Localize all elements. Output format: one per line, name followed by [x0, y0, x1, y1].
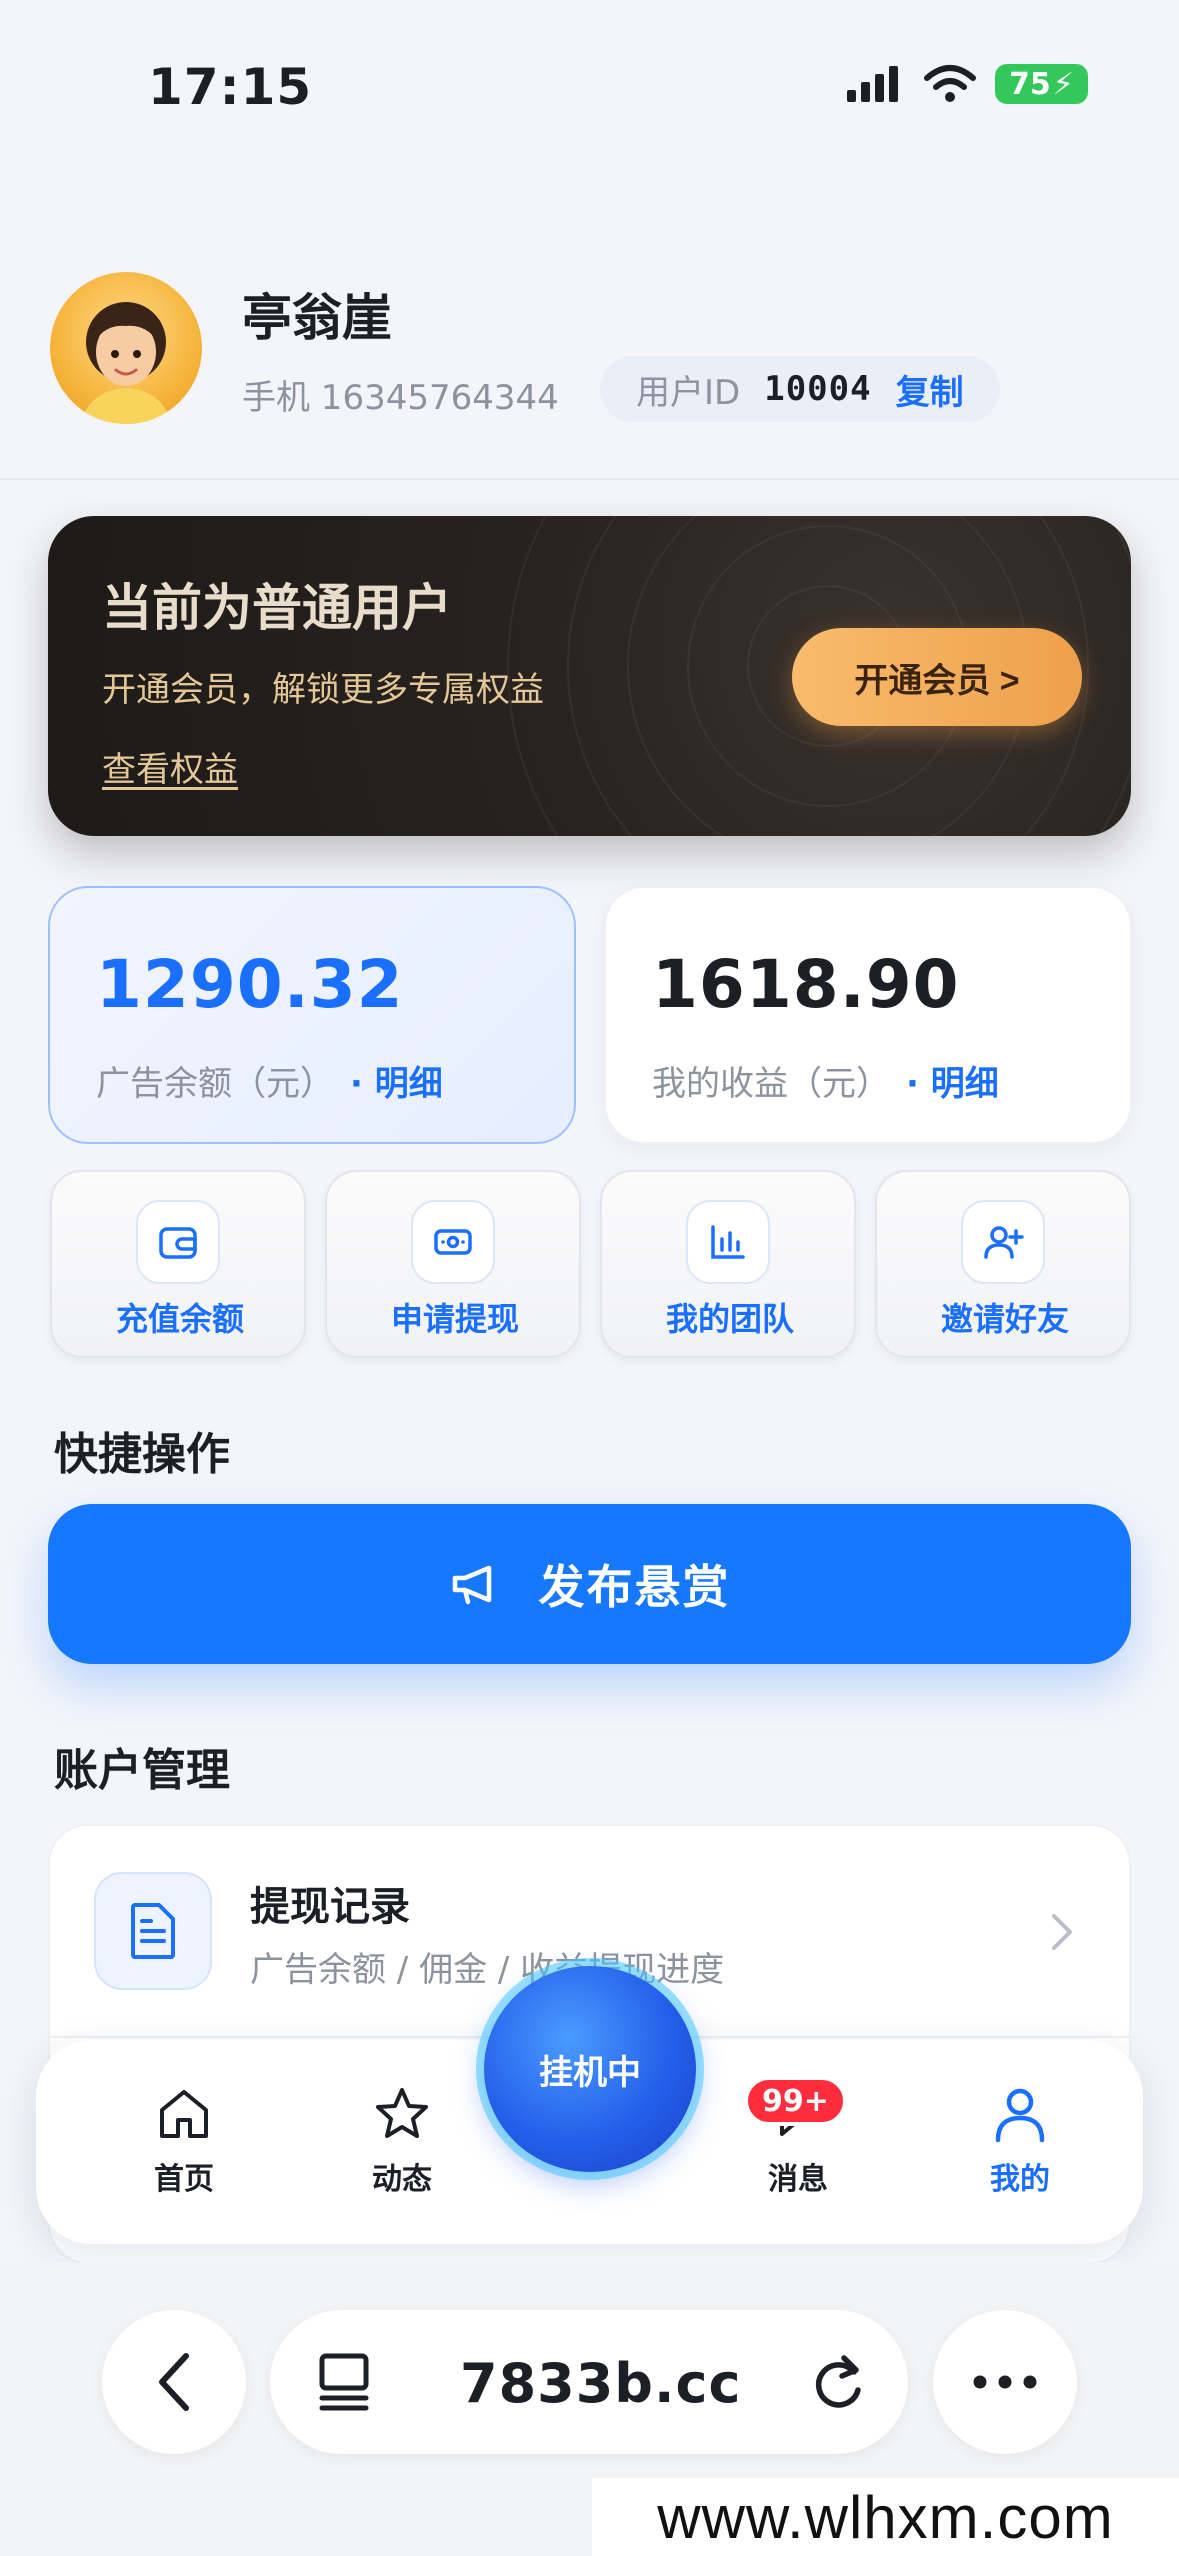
cellular-signal-icon	[847, 66, 898, 102]
tab-feed-label: 动态	[372, 2162, 432, 2197]
battery-level: 75	[1009, 66, 1051, 102]
reader-mode-icon[interactable]	[316, 2350, 376, 2414]
cash-icon	[434, 1229, 472, 1255]
hangup-status-button[interactable]: 挂机中	[484, 1966, 696, 2172]
recharge-label: 充值余额	[115, 1300, 244, 1338]
add-user-icon	[984, 1226, 1024, 1259]
income-detail-link[interactable]: · 明细	[906, 1056, 999, 1105]
charging-icon: ⚡	[1052, 66, 1074, 102]
withdraw-label: 申请提现	[390, 1300, 519, 1338]
message-badge: 99+	[744, 2076, 847, 2126]
income-value: 1618.90	[652, 946, 960, 1023]
ad-balance-detail-link[interactable]: · 明细	[350, 1056, 443, 1105]
status-icons: 75 ⚡	[845, 64, 1088, 104]
tab-feed[interactable]: 动态	[312, 2084, 492, 2214]
view-benefits-link[interactable]: 查看权益	[102, 742, 238, 791]
tab-profile-label: 我的	[990, 2162, 1050, 2197]
wallet-icon	[159, 1227, 197, 1259]
chevron-right-icon[interactable]	[1050, 1912, 1074, 1962]
document-icon	[131, 1903, 175, 1959]
user-id-pill: 用户ID 10004 复制	[600, 356, 1000, 422]
tab-messages-label: 消息	[768, 2162, 828, 2197]
invite-tile[interactable]: 邀请好友	[875, 1170, 1131, 1358]
user-name: 亭翁崖	[242, 289, 392, 347]
recharge-tile[interactable]: 充值余额	[50, 1170, 306, 1358]
vip-title: 当前为普通用户	[102, 579, 452, 637]
publish-reward-button[interactable]: 发布悬赏	[48, 1504, 1131, 1664]
user-icon	[995, 2088, 1045, 2143]
income-label: 我的收益（元）	[652, 1064, 890, 1104]
status-time: 17:15	[148, 58, 313, 116]
phone-number: 手机 16345764344	[242, 378, 559, 418]
account-title: 账户管理	[54, 1745, 230, 1796]
tab-profile[interactable]: 我的	[930, 2084, 1110, 2214]
megaphone-icon	[452, 1565, 491, 1605]
open-membership-button[interactable]: 开通会员 >	[792, 628, 1082, 726]
vip-subtitle: 开通会员，解锁更多专属权益	[102, 670, 544, 710]
withdraw-tile[interactable]: 申请提现	[325, 1170, 581, 1358]
reload-icon[interactable]	[808, 2350, 868, 2414]
chevron-left-icon	[159, 2353, 189, 2411]
header-divider	[0, 478, 1179, 480]
home-icon	[160, 2090, 208, 2138]
tab-home[interactable]: 首页	[94, 2084, 274, 2214]
ad-balance-card[interactable]: 1290.32 广告余额（元） · 明细	[48, 886, 576, 1144]
more-icon	[973, 2375, 1037, 2389]
tab-home-label: 首页	[154, 2162, 214, 2197]
publish-reward-label: 发布悬赏	[538, 1561, 731, 1613]
team-label: 我的团队	[665, 1300, 794, 1338]
income-card[interactable]: 1618.90 我的收益（元） · 明细	[604, 886, 1132, 1144]
copy-button[interactable]: 复制	[896, 365, 964, 414]
avatar-illustration	[80, 302, 172, 424]
more-options-button[interactable]	[933, 2310, 1077, 2454]
wifi-icon	[924, 65, 976, 102]
team-tile[interactable]: 我的团队	[600, 1170, 856, 1358]
url-text: 7833b.cc	[460, 2352, 742, 2415]
watermark: www.wlhxm.com	[592, 2478, 1179, 2556]
ad-balance-label: 广告余额（元）	[96, 1064, 334, 1104]
address-bar[interactable]: 7833b.cc	[270, 2310, 908, 2454]
invite-label: 邀请好友	[940, 1300, 1069, 1338]
quick-ops-title: 快捷操作	[54, 1429, 230, 1480]
income-label-row: 我的收益（元） · 明细	[652, 1056, 999, 1105]
user-id-label: 用户ID	[636, 372, 741, 413]
bar-chart-icon	[711, 1225, 745, 1259]
vip-card: 当前为普通用户 开通会员，解锁更多专属权益 查看权益 开通会员 >	[48, 516, 1131, 836]
user-id-value: 10004	[764, 369, 872, 409]
avatar[interactable]	[50, 272, 202, 424]
battery-indicator: 75 ⚡	[995, 64, 1088, 104]
back-button[interactable]	[102, 2310, 246, 2454]
ad-balance-value: 1290.32	[96, 946, 404, 1023]
withdraw-records-title[interactable]: 提现记录	[250, 1874, 410, 1932]
ad-balance-label-row: 广告余额（元） · 明细	[96, 1056, 443, 1105]
withdraw-records-subtitle: 广告余额 / 佣金 / 收益提现进度	[250, 1950, 725, 1990]
star-icon	[376, 2088, 428, 2138]
